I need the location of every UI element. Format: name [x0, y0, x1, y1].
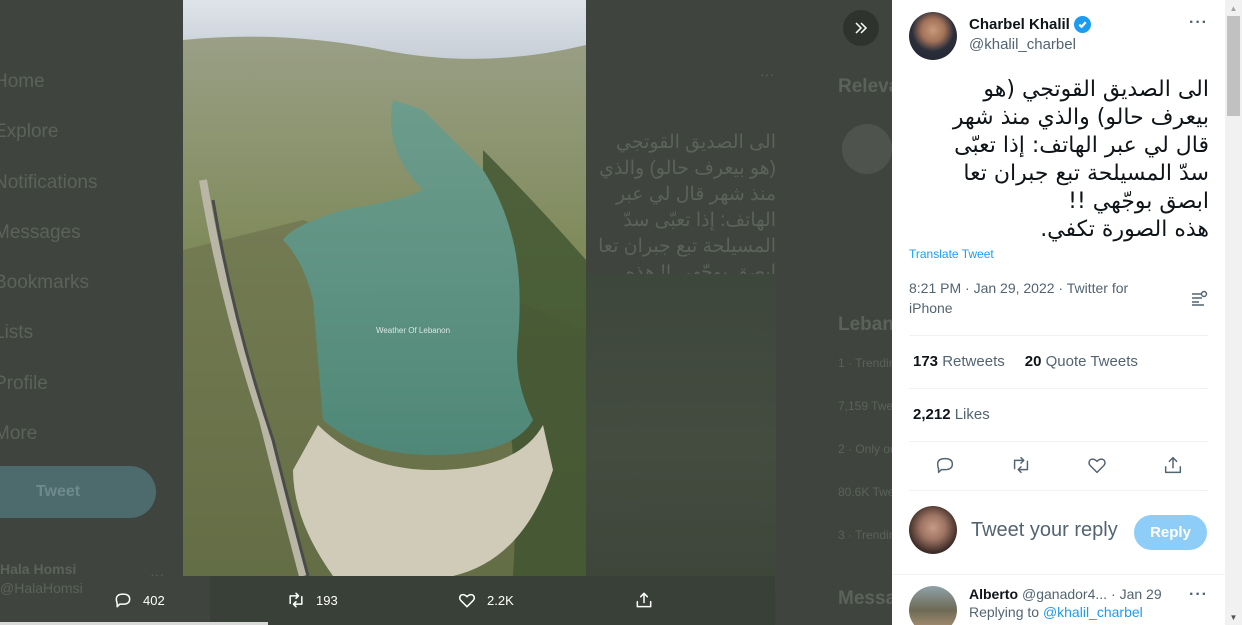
reply-tweet-header: Alberto @ganador4... · Jan 29: [969, 586, 1162, 602]
backdrop-nav-home: Home: [0, 71, 45, 92]
collapse-panel-button[interactable]: [843, 10, 879, 46]
share-icon: [636, 592, 652, 608]
backdrop-nav-messages: Messages: [0, 221, 81, 243]
author-name-row[interactable]: Charbel Khalil: [969, 16, 1091, 33]
divider: [909, 490, 1208, 491]
backdrop-nav-bookmarks: Bookmarks: [0, 272, 90, 294]
backdrop-nav-profile: Profile: [0, 372, 48, 394]
tweet-timestamp[interactable]: 8:21 PM · Jan 29, 2022 · Twitter for iPh…: [909, 278, 1159, 318]
quote-tweets-count: 20: [1024, 353, 1042, 370]
reply-icon[interactable]: [934, 454, 956, 476]
image-watermark: Weather Of Lebanon: [376, 326, 450, 335]
share-icon[interactable]: [1162, 454, 1184, 476]
retweets-stat[interactable]: 173 Retweets: [913, 353, 1005, 370]
tweet-actions: [934, 454, 1184, 476]
retweet-stats: 173 Retweets 20 Quote Tweets: [913, 353, 1138, 370]
dam-aerial-photo: Weather Of Lebanon: [183, 0, 586, 576]
current-user-avatar[interactable]: [909, 506, 957, 554]
scroll-up-arrow-icon[interactable]: ▲: [1225, 0, 1242, 16]
media-share-action[interactable]: [634, 590, 654, 610]
backdrop-tweet-more-icon: ···: [760, 66, 774, 82]
backdrop-nav-more: More: [0, 423, 38, 445]
quote-tweets-stat[interactable]: 20 Quote Tweets: [1025, 353, 1138, 370]
reply-tweet[interactable]: Alberto @ganador4... · Jan 29 Replying t…: [909, 586, 1162, 625]
reply-author-avatar[interactable]: [909, 586, 957, 625]
replying-to-link[interactable]: @khalil_charbel: [1043, 604, 1143, 620]
reply-more-icon[interactable]: ···: [1189, 586, 1208, 604]
tweet-more-icon[interactable]: ···: [1189, 14, 1208, 32]
tweet-text-line: قال لي عبر الهاتف: إذا تعبّى: [954, 133, 1209, 158]
double-chevron-right-icon: [855, 22, 868, 34]
heart-icon: [458, 593, 476, 608]
tweet-text-line: سدّ المسيلحة تبع جبران تعا: [963, 161, 1209, 186]
verified-badge-icon: [1073, 16, 1091, 33]
backdrop-nav: Home Explore Notifications Messages Book…: [0, 60, 180, 462]
backdrop-relevant-avatar: [842, 124, 892, 174]
tweet-text-line: بيعرف حالو) والذي منذ شهر: [952, 105, 1209, 130]
reply-icon: [115, 593, 131, 608]
quote-tweets-label: Quote Tweets: [1045, 353, 1138, 370]
retweet-icon: [289, 592, 303, 608]
translate-tweet-link[interactable]: Translate Tweet: [909, 247, 994, 261]
panel-scrollbar[interactable]: ▲ ▼: [1225, 0, 1242, 625]
backdrop-nav-explore: Explore: [0, 121, 59, 143]
reply-author-handle[interactable]: @ganador4...: [1022, 586, 1107, 602]
replying-to-prefix: Replying to: [969, 604, 1040, 620]
heart-icon[interactable]: [1086, 454, 1108, 476]
reply-tweet-body: Alberto @ganador4... · Jan 29 Replying t…: [969, 586, 1162, 625]
scroll-down-arrow-icon[interactable]: ▼: [1225, 609, 1242, 625]
tweet-author[interactable]: Charbel Khalil @khalil_charbel: [909, 12, 1091, 60]
backdrop-tweet-button: Tweet: [0, 466, 156, 518]
media-reply-count: 402: [143, 592, 165, 608]
media-retweet-count: 193: [316, 592, 338, 608]
likes-stat[interactable]: 2,212 Likes: [913, 406, 990, 423]
tweet-text: الى الصديق القوتجي (هو بيعرف حالو) والذي…: [909, 76, 1209, 244]
backdrop-account-name: Hala Homsi: [0, 561, 77, 577]
reply-button[interactable]: Reply: [1134, 515, 1207, 550]
reply-author-name[interactable]: Alberto: [969, 586, 1018, 602]
media-reply-action[interactable]: 402: [113, 590, 165, 610]
author-avatar[interactable]: [909, 12, 957, 60]
divider: [892, 574, 1225, 575]
retweets-label: Retweets: [942, 353, 1005, 370]
divider: [909, 335, 1208, 336]
likes-label: Likes: [954, 406, 990, 423]
backdrop-nav-notifications: Notifications: [0, 171, 98, 193]
backdrop-account-more-icon: ···: [150, 566, 164, 582]
divider: [909, 388, 1208, 389]
divider: [909, 441, 1208, 442]
retweet-icon[interactable]: [1010, 454, 1032, 476]
tweet-text-line: ابصق بوجّهي !!: [1068, 189, 1209, 214]
likes-count: 2,212: [913, 406, 951, 423]
media-like-count: 2.2K: [487, 592, 514, 608]
backdrop-image: [586, 274, 776, 624]
backdrop-account-handle: @HalaHomsi: [0, 580, 83, 596]
analytics-icon[interactable]: [1190, 290, 1208, 308]
media-like-action[interactable]: 2.2K: [457, 590, 514, 610]
author-handle[interactable]: @khalil_charbel: [969, 36, 1091, 53]
reply-date[interactable]: · Jan 29: [1111, 586, 1162, 602]
retweets-count: 173: [913, 353, 939, 370]
media-retweet-action[interactable]: 193: [286, 590, 338, 610]
reply-composer: Tweet your reply: [909, 506, 1118, 554]
scrollbar-thumb[interactable]: [1227, 16, 1240, 116]
author-name[interactable]: Charbel Khalil: [969, 16, 1070, 33]
backdrop-account: Hala Homsi @HalaHomsi: [0, 560, 83, 598]
tweet-media-image[interactable]: Weather Of Lebanon: [183, 0, 586, 576]
tweet-text-line: الى الصديق القوتجي (هو: [983, 77, 1209, 102]
tweet-text-line: هذه الصورة تكفي.: [1040, 217, 1209, 242]
reply-input[interactable]: Tweet your reply: [971, 519, 1118, 542]
tweet-detail-panel: Charbel Khalil @khalil_charbel ··· الى ا…: [892, 0, 1225, 625]
author-names: Charbel Khalil @khalil_charbel: [969, 16, 1091, 60]
replying-to: Replying to @khalil_charbel: [969, 604, 1162, 620]
backdrop-nav-lists: Lists: [0, 322, 34, 344]
